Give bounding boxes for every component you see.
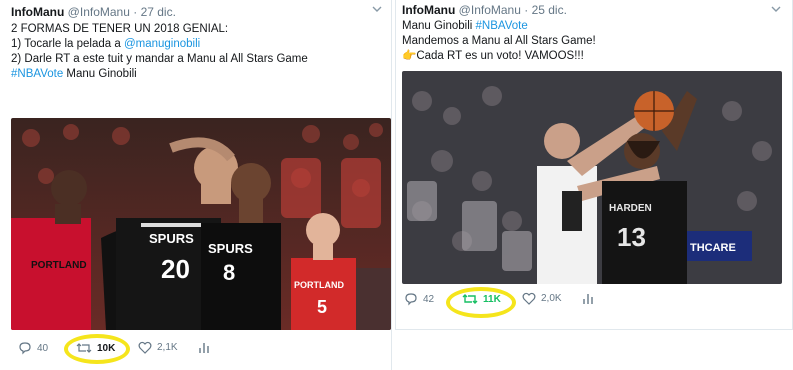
tweet-date[interactable]: 27 dic.	[141, 5, 176, 19]
analytics-icon	[198, 341, 210, 354]
reply-count: 42	[423, 293, 435, 305]
jersey-number: 20	[161, 254, 190, 284]
author-handle[interactable]: @InfoManu	[459, 3, 521, 17]
like-count: 2,0K	[541, 293, 562, 304]
reply-icon	[18, 341, 32, 355]
retweet-highlight-circle	[64, 334, 130, 364]
tweet-line: Mandemos a Manu al All Stars Game!	[402, 35, 596, 47]
tweet-line: Manu Ginobili #NBAVote	[402, 20, 528, 32]
tweet-text: 2 FORMAS DE TENER UN 2018 GENIAL: 1) Toc…	[11, 22, 308, 82]
tweet-text: Manu Ginobili #NBAVote Mandemos a Manu a…	[402, 19, 596, 64]
reply-count: 40	[37, 342, 49, 354]
tweet-photo[interactable]: PORTLAND SPURS 20 SPURS 8 PORTLAND 5	[11, 118, 391, 330]
tweet-card-left[interactable]: InfoManu @InfoManu · 27 dic. 2 FORMAS DE…	[0, 0, 392, 370]
retweet-highlight-circle	[446, 287, 516, 318]
photo-ginobili-harden: THCARE HARDEN 13	[402, 71, 782, 284]
jersey-text: HARDEN	[609, 203, 652, 214]
reply-button[interactable]: 42	[404, 292, 434, 306]
like-button[interactable]: 2,0K	[522, 292, 562, 305]
reply-icon	[404, 292, 418, 306]
like-icon	[138, 341, 152, 354]
like-button[interactable]: 2,1K	[138, 341, 178, 354]
ad-board-text: THCARE	[690, 242, 736, 254]
author-name[interactable]: InfoManu	[402, 3, 455, 17]
meta-separator: ·	[524, 3, 529, 17]
like-count: 2,1K	[157, 342, 178, 353]
jersey-number: 8	[223, 260, 235, 285]
author-handle[interactable]: @InfoManu	[68, 5, 130, 19]
meta-separator: ·	[133, 5, 138, 19]
jersey-text: SPURS	[149, 231, 194, 246]
hashtag-link[interactable]: #NBAVote	[11, 68, 63, 80]
chevron-down-icon[interactable]	[370, 4, 384, 14]
reply-button[interactable]: 40	[18, 341, 48, 355]
jersey-text: SPURS	[208, 241, 253, 256]
mention-link[interactable]: @manuginobili	[124, 38, 200, 50]
tweet-line: 1) Tocarle la pelada a @manuginobili	[11, 38, 201, 50]
pointing-hand-emoji: 👉	[402, 50, 417, 62]
tweet-date[interactable]: 25 dic.	[532, 3, 567, 17]
hashtag-link[interactable]: #NBAVote	[476, 20, 528, 32]
jersey-text: PORTLAND	[31, 260, 87, 271]
tweet-header: InfoManu @InfoManu · 25 dic.	[402, 3, 567, 17]
tweet-line: 👉Cada RT es un voto! VAMOOS!!!	[402, 50, 584, 62]
analytics-button[interactable]	[198, 341, 210, 354]
tweet-header: InfoManu @InfoManu · 27 dic.	[11, 5, 176, 19]
tweet-line: 2) Darle RT a este tuit y mandar a Manu …	[11, 53, 308, 65]
chevron-down-icon[interactable]	[769, 4, 783, 14]
tweet-photo[interactable]: THCARE HARDEN 13	[402, 71, 782, 284]
photo-ginobili-mills: PORTLAND SPURS 20 SPURS 8 PORTLAND 5	[11, 118, 391, 330]
tweet-line: #NBAVote Manu Ginobili	[11, 68, 137, 80]
jersey-text: PORTLAND	[294, 280, 344, 290]
tweet-card-right[interactable]: InfoManu @InfoManu · 25 dic. Manu Ginobi…	[395, 0, 793, 330]
jersey-number: 13	[617, 222, 646, 252]
author-name[interactable]: InfoManu	[11, 5, 64, 19]
like-icon	[522, 292, 536, 305]
tweet-line: 2 FORMAS DE TENER UN 2018 GENIAL:	[11, 23, 229, 35]
analytics-icon	[582, 292, 594, 305]
jersey-number: 5	[317, 297, 327, 317]
analytics-button[interactable]	[582, 292, 594, 305]
